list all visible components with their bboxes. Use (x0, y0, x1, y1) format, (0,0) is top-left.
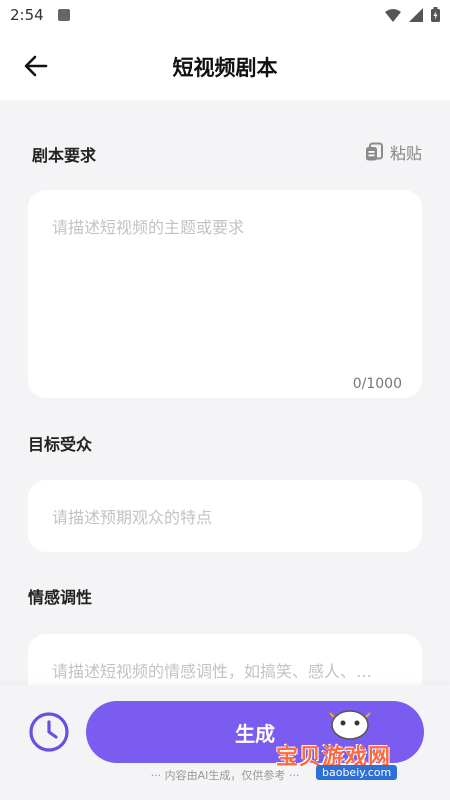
character-counter: 0/1000 (352, 376, 402, 392)
paste-label: 粘贴 (389, 144, 422, 163)
watermark-url: baobeiy.com (316, 765, 398, 780)
status-icons (385, 7, 440, 22)
watermark: 宝贝游戏网 baobeiy.com (270, 703, 448, 783)
app-bar: 短视频剧本 (0, 32, 450, 100)
target-audience-card (28, 480, 422, 552)
script-requirements-input[interactable] (50, 212, 404, 366)
paste-button[interactable]: 粘贴 (364, 140, 422, 164)
emotional-tone-label: 情感调性 (28, 588, 93, 607)
script-requirements-label: 剧本要求 (32, 146, 97, 165)
battery-icon (431, 7, 440, 22)
target-audience-label: 目标受众 (28, 435, 93, 454)
notification-icon (58, 9, 70, 21)
gamepad-mascot-icon (329, 710, 371, 740)
signal-icon (409, 7, 423, 22)
status-time: 2:54 (10, 6, 44, 24)
page-title: 短视频剧本 (172, 56, 278, 80)
emotional-tone-input[interactable] (50, 656, 404, 686)
script-requirements-card: 0/1000 (28, 190, 422, 398)
paste-icon (365, 142, 383, 161)
status-bar: 2:54 (0, 0, 450, 32)
target-audience-input[interactable] (50, 502, 404, 532)
wifi-icon (385, 8, 401, 22)
history-clock-icon[interactable] (28, 711, 70, 753)
